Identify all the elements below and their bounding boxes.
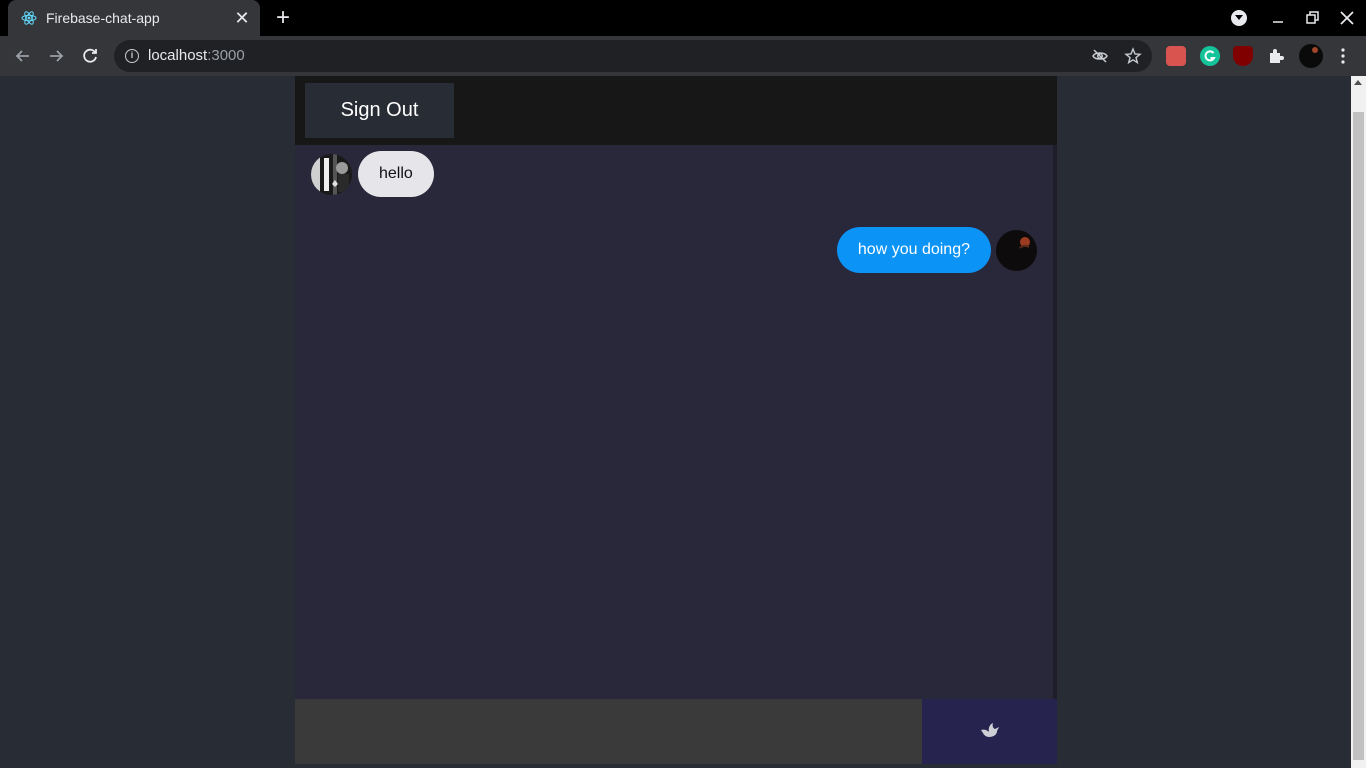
message-bubble-received: hello [358, 151, 434, 197]
url-host: localhost [148, 47, 208, 64]
sender-avatar [311, 153, 352, 195]
message-sent: how you doing? [836, 227, 1037, 273]
react-icon [21, 10, 37, 26]
scroll-up-arrow-icon[interactable] [1354, 80, 1362, 85]
scroll-thumb[interactable] [1353, 112, 1364, 760]
url-text: localhost:3000 [148, 47, 245, 64]
grammarly-icon[interactable] [1200, 46, 1220, 66]
dove-icon [979, 721, 1001, 742]
extension-red-icon[interactable] [1166, 46, 1186, 66]
chat-edge [1053, 145, 1057, 699]
close-window-icon[interactable] [1337, 8, 1357, 28]
back-icon[interactable] [12, 45, 34, 67]
site-info-icon[interactable]: i [125, 49, 139, 63]
browser-toolbar: i localhost:3000 [0, 36, 1366, 76]
user-avatar [996, 229, 1037, 271]
app-header: Sign Out [295, 76, 1057, 145]
page-viewport: Sign Out hello how you doing? [0, 76, 1366, 768]
profile-avatar-icon[interactable] [1299, 44, 1323, 68]
minimize-icon[interactable] [1268, 8, 1288, 28]
send-button[interactable] [922, 699, 1057, 764]
extensions-puzzle-icon[interactable] [1266, 46, 1286, 66]
restore-icon[interactable] [1302, 8, 1322, 28]
sign-out-button[interactable]: Sign Out [305, 83, 454, 138]
kebab-menu-icon[interactable] [1334, 47, 1352, 65]
new-tab-button[interactable]: + [272, 6, 294, 30]
address-bar[interactable]: i localhost:3000 [114, 40, 1152, 72]
message-input[interactable] [295, 699, 922, 764]
eye-off-icon[interactable] [1091, 47, 1109, 65]
url-port: :3000 [207, 47, 245, 64]
bookmark-star-icon[interactable] [1124, 47, 1142, 65]
reload-icon[interactable] [79, 45, 101, 67]
tab-search-icon[interactable] [1231, 10, 1247, 26]
browser-titlebar: Firebase-chat-app ✕ + [0, 0, 1366, 36]
tab-close-icon[interactable]: ✕ [232, 8, 252, 28]
message-received: hello [311, 151, 434, 197]
tab-title: Firebase-chat-app [46, 10, 160, 26]
forward-icon[interactable] [45, 45, 67, 67]
ublock-icon[interactable] [1233, 46, 1253, 66]
chat-app: Sign Out hello how you doing? [295, 76, 1057, 768]
browser-tab[interactable]: Firebase-chat-app ✕ [8, 0, 260, 36]
message-bubble-sent: how you doing? [836, 227, 991, 273]
page-scrollbar[interactable] [1351, 76, 1366, 768]
chat-messages: hello how you doing? [295, 145, 1053, 699]
message-composer [295, 699, 1057, 768]
